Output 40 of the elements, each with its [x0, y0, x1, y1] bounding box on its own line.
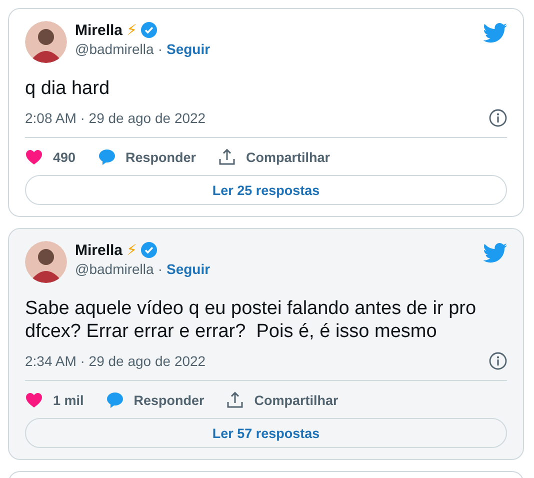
author-handle[interactable]: @badmirella [75, 41, 154, 57]
like-count: 490 [53, 150, 76, 164]
reply-label: Responder [134, 392, 204, 408]
like-button[interactable]: 490 [25, 148, 76, 166]
author-handle[interactable]: @badmirella [75, 261, 154, 277]
like-button[interactable]: 1 mil [25, 391, 84, 409]
read-replies-button[interactable]: Ler 25 respostas [25, 175, 507, 205]
heart-icon [25, 148, 43, 166]
tweet-timestamp[interactable]: 2:08 AM · 29 de ago de 2022 [25, 110, 206, 126]
share-label: Compartilhar [246, 150, 330, 164]
follow-link[interactable]: Seguir [166, 261, 210, 277]
reply-button[interactable]: Responder [98, 148, 196, 166]
bird-logo-icon[interactable] [483, 23, 507, 43]
reply-label: Responder [126, 150, 196, 164]
author-name[interactable]: Mirella [75, 242, 123, 258]
like-count: 1 mil [53, 392, 84, 408]
share-button[interactable]: Compartilhar [226, 391, 338, 409]
name-emoji: ⚡ [126, 241, 138, 259]
tweet-text: q dia hard [25, 77, 111, 100]
share-icon [226, 391, 244, 409]
reply-button[interactable]: Responder [106, 391, 204, 409]
avatar[interactable] [25, 21, 67, 63]
heart-icon [25, 391, 43, 409]
tweet-text: Sabe aquele vídeo q eu postei falando antes de ir pro dfcex? Errar errar e errar? Pois é, é isso mesmo [25, 297, 478, 343]
speech-bubble-icon [98, 148, 116, 166]
bird-logo-icon[interactable] [483, 243, 507, 263]
avatar[interactable] [25, 241, 67, 283]
read-replies-button[interactable]: Ler 57 respostas [25, 418, 507, 448]
separator-dot: · [158, 261, 162, 277]
info-icon[interactable] [489, 352, 507, 370]
name-emoji: ⚡ [126, 21, 138, 39]
follow-link[interactable]: Seguir [166, 41, 210, 57]
share-button[interactable]: Compartilhar [218, 148, 330, 166]
author-name[interactable]: Mirella [75, 22, 123, 38]
speech-bubble-icon [106, 391, 124, 409]
separator-dot: · [158, 41, 162, 57]
info-icon[interactable] [489, 109, 507, 127]
tweet-timestamp[interactable]: 2:34 AM · 29 de ago de 2022 [25, 353, 206, 369]
share-icon [218, 148, 236, 166]
share-label: Compartilhar [254, 392, 338, 408]
